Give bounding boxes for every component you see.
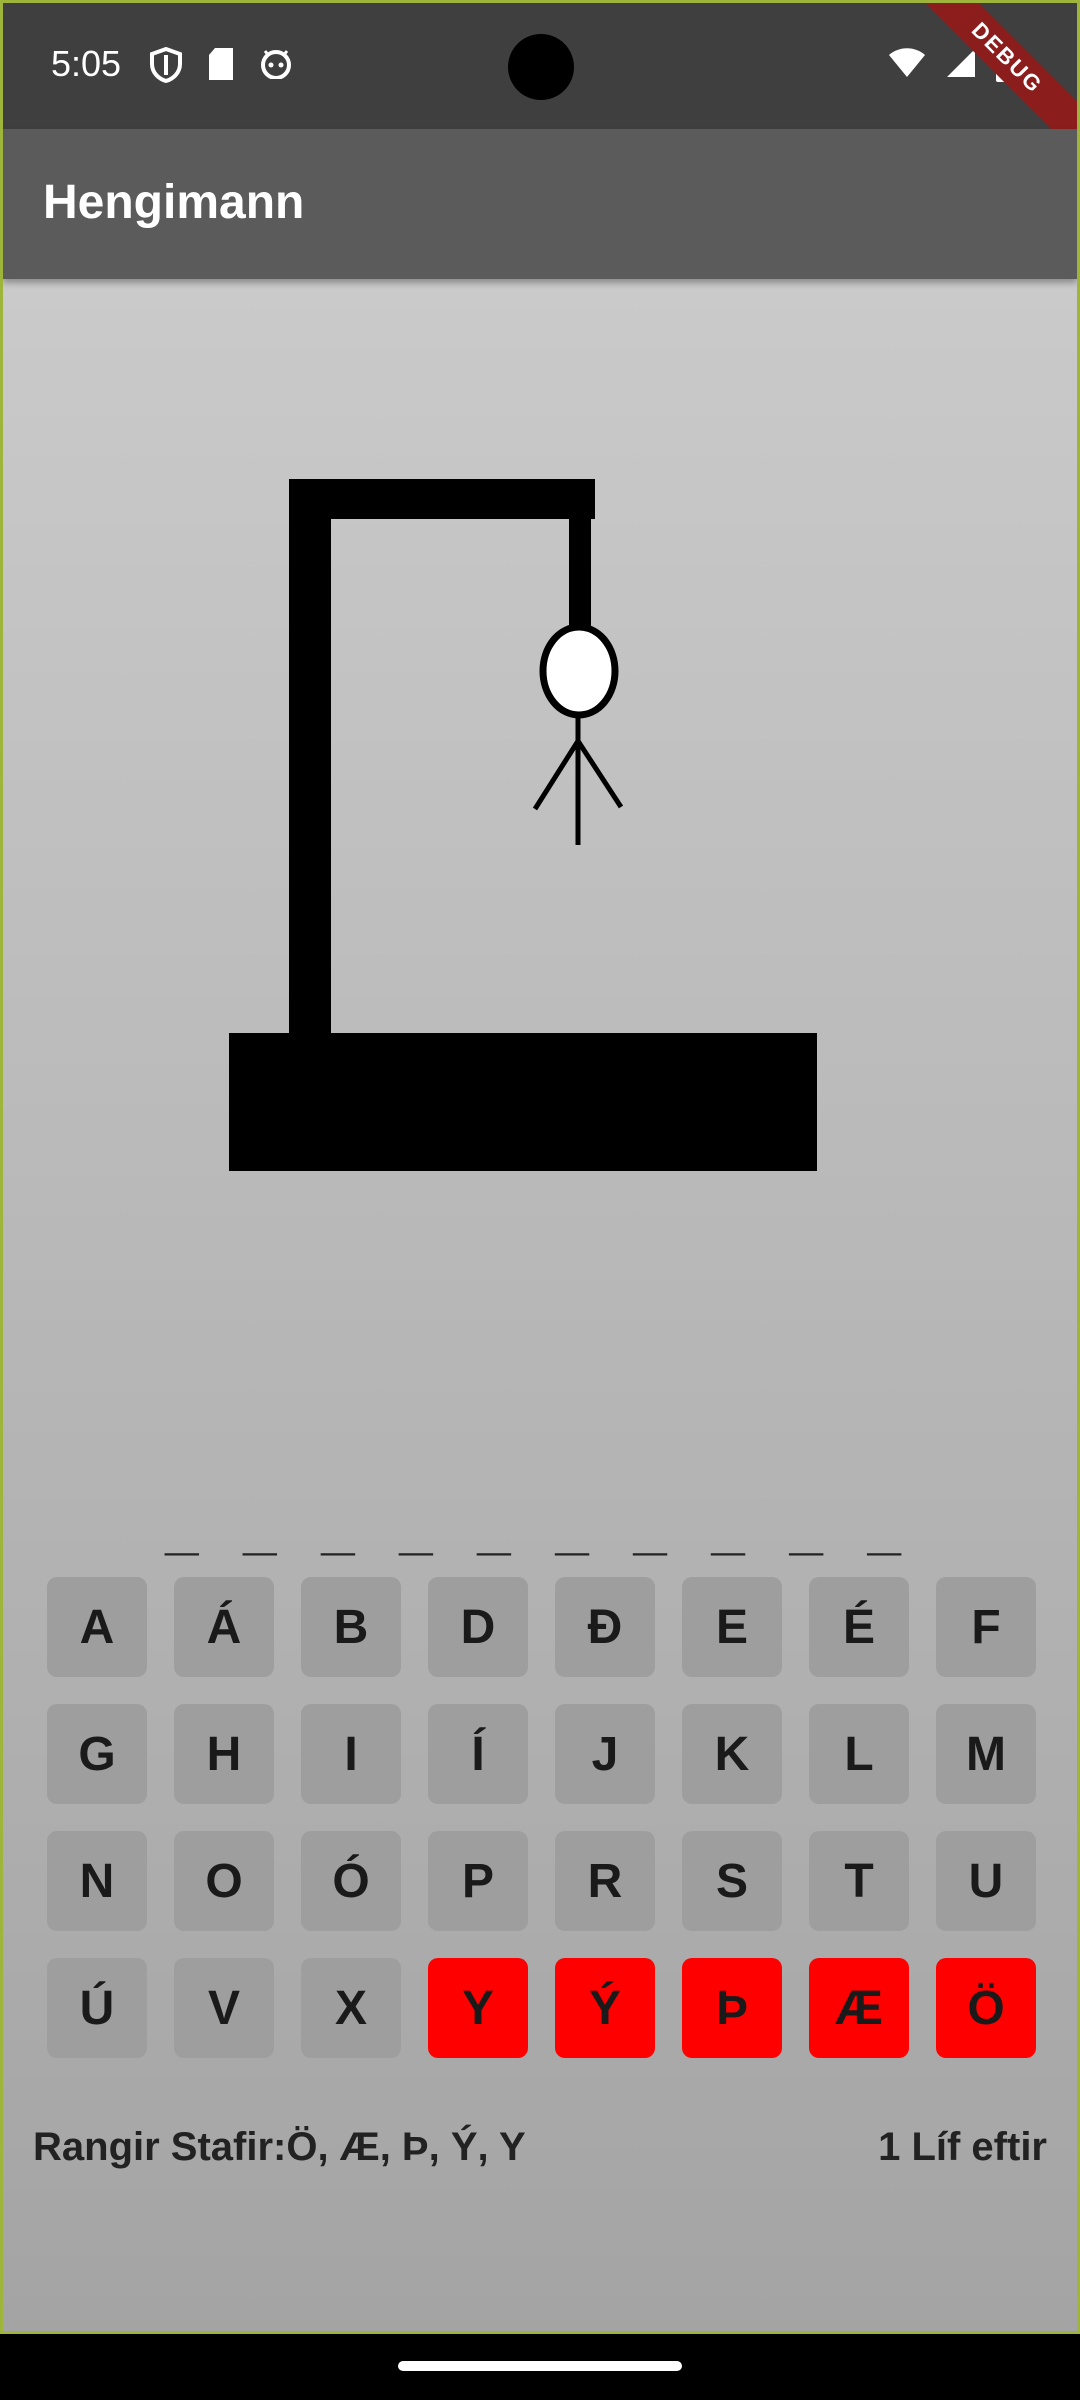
letter-key[interactable]: M [936,1704,1036,1804]
letter-key[interactable]: É [809,1577,909,1677]
gallows-post [289,479,331,1035]
letter-key[interactable]: L [809,1704,909,1804]
letter-key[interactable]: Ý [555,1958,655,2058]
gallows-beam [289,479,595,519]
letter-key[interactable]: K [682,1704,782,1804]
gallows-structure [229,479,817,1171]
letter-key[interactable]: J [555,1704,655,1804]
hangman-left-arm [532,739,581,811]
home-indicator[interactable] [398,2361,682,2371]
letter-key[interactable]: V [174,1958,274,2058]
letter-key[interactable]: G [47,1704,147,1804]
letter-key[interactable]: D [428,1577,528,1677]
letter-key[interactable]: Æ [809,1958,909,2058]
letter-key[interactable]: Þ [682,1958,782,2058]
letter-key[interactable]: H [174,1704,274,1804]
lives-left-label: 1 Líf eftir [878,2125,1047,2169]
word-blanks: _ _ _ _ _ _ _ _ _ _ [165,1494,915,1561]
letter-key[interactable]: Í [428,1704,528,1804]
wrong-letters-label: Rangir Stafir:Ö, Æ, Þ, Ý, Y [33,2125,526,2169]
letter-key[interactable]: P [428,1831,528,1931]
gallows-base [229,1033,817,1171]
letter-key[interactable]: A [47,1577,147,1677]
letter-key[interactable]: R [555,1831,655,1931]
letter-key[interactable]: O [174,1831,274,1931]
letter-key[interactable]: Á [174,1577,274,1677]
letter-key[interactable]: Ö [936,1958,1036,2058]
letter-key[interactable]: S [682,1831,782,1931]
letter-key[interactable]: B [301,1577,401,1677]
letter-key[interactable]: U [936,1831,1036,1931]
app-screen: 5:05 DEBUG Hengimann _ _ _ _ _ _ _ _ _ _… [0,0,1080,2334]
hangman-right-arm [575,739,624,809]
letter-key[interactable]: I [301,1704,401,1804]
hangman-figure [532,623,624,845]
hangman-head [539,623,619,719]
hangman-drawing [229,479,817,1171]
letter-key[interactable]: N [47,1831,147,1931]
letter-key[interactable]: Ð [555,1577,655,1677]
letter-key[interactable]: Y [428,1958,528,2058]
gallows-rope [569,519,591,631]
letter-keyboard: AÁBDÐEÉF GHIÍJKLM NOÓPRSTU ÚVXYÝÞÆÖ [47,1577,1036,2058]
letter-key[interactable]: Ú [47,1958,147,2058]
letter-key[interactable]: X [301,1958,401,2058]
letter-key[interactable]: Ó [301,1831,401,1931]
letter-key[interactable]: T [809,1831,909,1931]
letter-key[interactable]: F [936,1577,1036,1677]
letter-key[interactable]: E [682,1577,782,1677]
